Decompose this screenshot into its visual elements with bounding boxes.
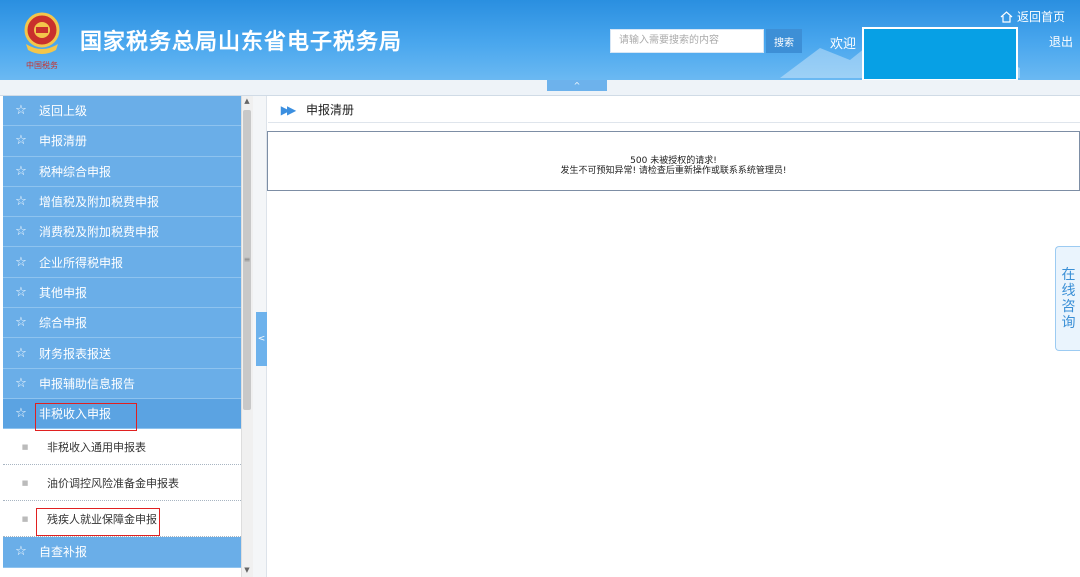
sidebar-item-other[interactable]: ☆ 其他申报	[3, 277, 241, 309]
star-outline-icon: ☆	[15, 375, 27, 391]
welcome-text: 欢迎	[830, 37, 857, 52]
consult-char: 在	[1061, 266, 1076, 283]
home-icon	[1000, 10, 1013, 23]
sub-item-label: 油价调控风险准备金申报表	[47, 476, 179, 490]
sidebar-item-label: 综合申报	[39, 316, 88, 331]
sidebar-item-label: 申报辅助信息报告	[39, 376, 136, 391]
error-message-text: 发生不可预知异常! 请检查后重新操作或联系系统管理员!	[560, 166, 787, 176]
bullet-icon: ■	[21, 478, 29, 487]
star-outline-icon: ☆	[15, 224, 27, 240]
scroll-grip-icon: ≡	[243, 255, 251, 264]
sidebar: ☆ 返回上级 ☆ 申报清册 ☆ 税种综合申报 ☆ 增值税及附加税费申报 ☆ 消费税及附加税…	[3, 96, 241, 577]
star-outline-icon: ☆	[15, 544, 27, 560]
online-consult-button[interactable]: 在 线 咨 询	[1055, 246, 1080, 351]
star-outline-icon: ☆	[15, 254, 27, 270]
star-outline-icon: ☆	[15, 406, 27, 422]
sidebar-item-consumption-tax[interactable]: ☆ 消费税及附加税费申报	[3, 217, 241, 248]
main-breadcrumb-bar: ▶▶ 申报清册	[268, 97, 1080, 123]
sidebar-item-self-check[interactable]: ☆ 自查补报	[3, 537, 241, 568]
sub-item-oil-price-reserve[interactable]: ■ 油价调控风险准备金申报表	[3, 465, 241, 502]
collapse-header-button[interactable]: ^	[547, 80, 607, 91]
star-outline-icon: ☆	[15, 163, 27, 179]
star-outline-icon: ☆	[15, 345, 27, 361]
highlight-non-tax-revenue	[35, 403, 137, 431]
consult-char: 咨	[1061, 298, 1076, 315]
scroll-down-icon[interactable]: ▼	[241, 566, 253, 576]
search-input[interactable]: 请输入需要搜索的内容	[610, 29, 764, 53]
sidebar-item-comprehensive-tax[interactable]: ☆ 税种综合申报	[3, 156, 241, 187]
sidebar-item-label: 申报清册	[39, 134, 88, 149]
scroll-up-icon[interactable]: ▲	[241, 97, 253, 107]
bullet-icon: ■	[21, 442, 29, 451]
user-info-box[interactable]	[862, 27, 1018, 80]
sidebar-item-label: 自查补报	[39, 545, 88, 560]
sidebar-item-label: 税种综合申报	[39, 164, 112, 179]
search-placeholder: 请输入需要搜索的内容	[619, 35, 719, 46]
sidebar-item-label: 企业所得税申报	[39, 255, 124, 270]
sidebar-item-vat[interactable]: ☆ 增值税及附加税费申报	[3, 186, 241, 218]
emblem-caption: 中国税务	[26, 60, 58, 70]
sidebar-item-financial-statements[interactable]: ☆ 财务报表报送	[3, 338, 241, 369]
site-title: 国家税务总局山东省电子税务局	[80, 30, 403, 55]
logout-link[interactable]: 退出	[1049, 33, 1073, 50]
star-outline-icon: ☆	[15, 194, 27, 210]
sidebar-item-back[interactable]: ☆ 返回上级	[3, 96, 241, 127]
tax-emblem-icon: 中国税务	[24, 12, 60, 70]
sidebar-item-label: 财务报表报送	[39, 346, 112, 361]
sidebar-item-auxiliary-info[interactable]: ☆ 申报辅助信息报告	[3, 368, 241, 399]
double-arrow-icon: ▶▶	[280, 102, 296, 117]
home-label: 返回首页	[1017, 10, 1066, 24]
sidebar-item-label: 增值税及附加税费申报	[39, 195, 160, 210]
star-outline-icon: ☆	[15, 133, 27, 149]
star-outline-icon: ☆	[15, 315, 27, 331]
highlight-disability-fund	[36, 508, 160, 536]
error-panel: 500 未被授权的请求! 发生不可预知异常! 请检查后重新操作或联系系统管理员!	[267, 131, 1080, 191]
sidebar-item-label: 消费税及附加税费申报	[39, 225, 160, 240]
consult-char: 线	[1061, 282, 1076, 299]
header: 中国税务 国家税务总局山东省电子税务局 请输入需要搜索的内容 搜索 欢迎 返回首…	[0, 0, 1080, 80]
home-link[interactable]: 返回首页	[1000, 8, 1065, 25]
star-outline-icon: ☆	[15, 284, 27, 300]
collapse-sidebar-button[interactable]: <	[256, 312, 267, 366]
collapse-strip	[0, 80, 1080, 96]
star-outline-icon: ☆	[15, 103, 27, 119]
sidebar-item-declaration-list[interactable]: ☆ 申报清册	[3, 126, 241, 157]
consult-char: 询	[1061, 314, 1076, 331]
sub-item-non-tax-general-form[interactable]: ■ 非税收入通用申报表	[3, 429, 241, 466]
sidebar-item-corporate-income-tax[interactable]: ☆ 企业所得税申报	[3, 247, 241, 278]
page-title: 申报清册	[306, 103, 355, 117]
sidebar-item-label: 返回上级	[39, 104, 88, 119]
search-button[interactable]: 搜索	[766, 29, 802, 53]
sub-item-label: 非税收入通用申报表	[47, 440, 146, 454]
sidebar-item-integrated[interactable]: ☆ 综合申报	[3, 308, 241, 339]
sidebar-item-label: 其他申报	[39, 285, 88, 300]
